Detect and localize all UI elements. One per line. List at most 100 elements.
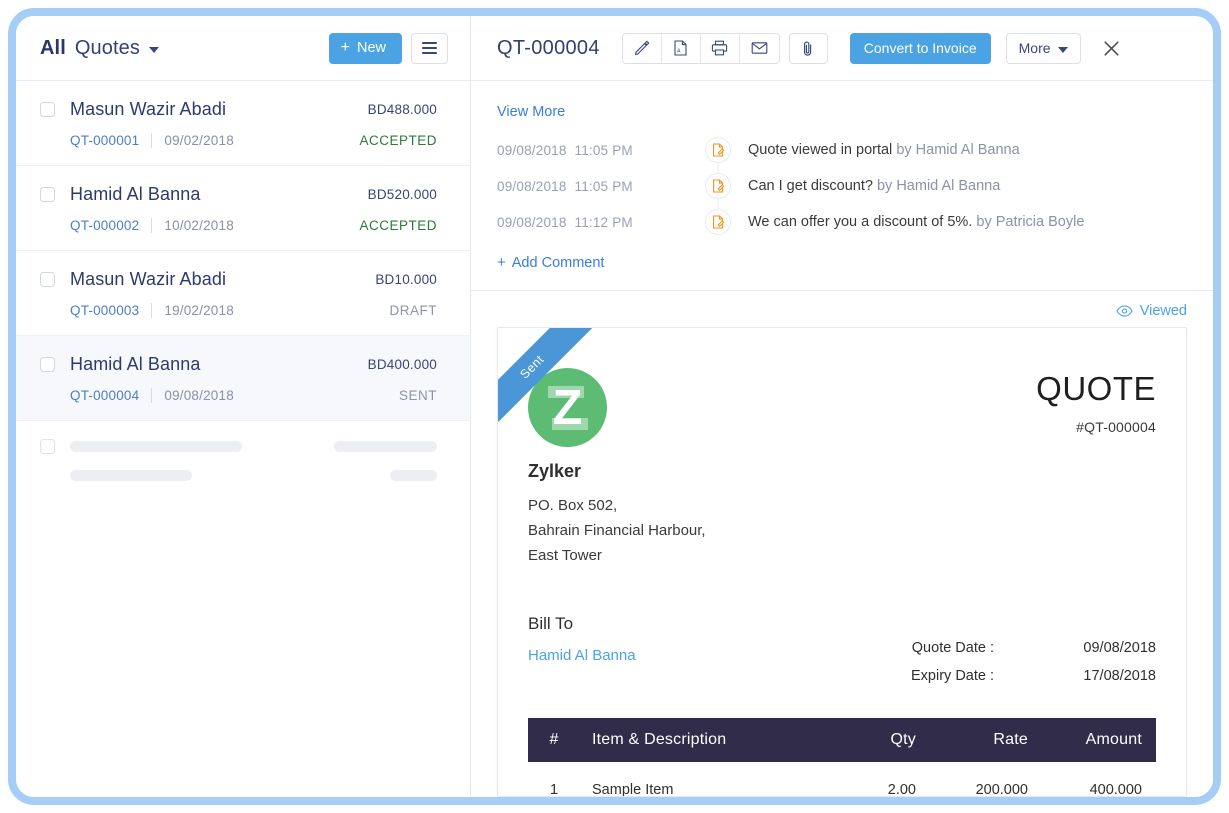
table-row-selected[interactable]: Hamid Al Banna BD400.000 QT-000004 09/08… [16, 336, 470, 421]
row-checkbox[interactable] [40, 102, 55, 117]
row-divider [151, 218, 153, 233]
document-reference-number: #QT-000004 [1076, 419, 1156, 435]
app-window-frame: All Quotes + New Masun Wazir Abadi BD488… [8, 8, 1221, 805]
quote-detail-body: View More 09/08/2018 11:05 PM Quote view… [471, 81, 1213, 797]
row-customer-name: Masun Wazir Abadi [70, 269, 227, 289]
document-edit-icon [705, 209, 731, 235]
placeholder-bar [390, 470, 437, 481]
table-row[interactable]: Masun Wazir Abadi BD10.000 QT-000003 19/… [16, 251, 470, 336]
row-checkbox[interactable] [40, 272, 55, 287]
table-row[interactable]: Hamid Al Banna BD520.000 QT-000002 10/02… [16, 166, 470, 251]
more-label: More [1018, 40, 1051, 56]
convert-to-invoice-button[interactable]: Convert to Invoice [849, 32, 991, 64]
timeline-time: 11:12 PM [574, 214, 633, 230]
chevron-down-icon [1057, 46, 1068, 53]
list-item: 09/08/2018 11:05 PM Can I get discount? … [497, 173, 1187, 222]
line-items-table: # Item & Description Qty Rate Amount 1 S… [528, 718, 1156, 797]
svg-text:A: A [677, 49, 681, 55]
timeline-author: by Hamid Al Banna [896, 142, 1020, 158]
view-more-link[interactable]: View More [497, 104, 565, 120]
col-header-amount: Amount [1028, 718, 1156, 762]
placeholder-bar [70, 470, 192, 481]
timeline-time: 11:05 PM [574, 178, 633, 194]
timeline-timestamp: 09/08/2018 11:12 PM [497, 215, 703, 230]
row-quote-number[interactable]: QT-000002 [70, 218, 139, 233]
quotes-list-header: All Quotes + New [16, 16, 470, 81]
timeline-date: 09/08/2018 [497, 142, 567, 158]
document-edit-icon [705, 137, 731, 163]
row-divider [151, 303, 153, 318]
row-divider [151, 388, 153, 403]
row-customer-name: Hamid Al Banna [70, 184, 201, 204]
add-comment-label: Add Comment [511, 254, 605, 271]
email-button[interactable] [739, 33, 779, 63]
more-actions-dropdown[interactable]: More [1005, 32, 1081, 64]
document-preview-scroll[interactable]: Sent Z Zylker PO. Box 502, Bahrain Finan… [471, 327, 1213, 797]
quotes-list-body[interactable]: Masun Wazir Abadi BD488.000 QT-000001 09… [16, 81, 470, 797]
table-row[interactable]: Masun Wazir Abadi BD488.000 QT-000001 09… [16, 81, 470, 166]
list-view-menu-button[interactable] [411, 32, 448, 64]
row-checkbox[interactable] [40, 357, 55, 372]
paperclip-icon [804, 41, 812, 56]
quotes-filter-label-quotes: Quotes [74, 36, 140, 59]
status-badge: SENT [398, 388, 437, 403]
close-button[interactable] [1099, 35, 1125, 61]
row-quote-number[interactable]: QT-000003 [70, 303, 139, 318]
add-comment-link[interactable]: + Add Comment [497, 254, 604, 271]
timeline-text: Quote viewed in portal by Hamid Al Banna [748, 142, 1020, 158]
timeline-timestamp: 09/08/2018 11:05 PM [497, 179, 703, 194]
print-button[interactable] [700, 33, 740, 63]
bill-to-customer-name[interactable]: Hamid Al Banna [528, 647, 911, 664]
status-badge: ACCEPTED [359, 133, 437, 148]
plus-icon: + [340, 39, 350, 56]
quote-action-icon-group: A [621, 32, 780, 64]
row-date: 10/02/2018 [164, 218, 234, 233]
row-amount: BD520.000 [367, 187, 437, 202]
cell-description: Sample Item [592, 782, 674, 797]
timeline-icon-wrap [703, 209, 733, 235]
placeholder-bar [70, 441, 242, 452]
row-amount: BD400.000 [367, 357, 437, 372]
envelope-icon [751, 42, 768, 54]
company-address-line: Bahrain Financial Harbour, [528, 522, 706, 539]
app-content: All Quotes + New Masun Wazir Abadi BD488… [16, 16, 1213, 797]
activity-timeline: View More 09/08/2018 11:05 PM Quote view… [471, 81, 1213, 291]
row-date: 19/02/2018 [164, 303, 234, 318]
page-title: QT-000004 [497, 36, 600, 59]
attachment-button[interactable] [788, 32, 828, 64]
row-date: 09/02/2018 [164, 133, 234, 148]
viewed-badge[interactable]: Viewed [1115, 303, 1187, 319]
document-type-title: QUOTE [1036, 370, 1156, 407]
row-customer-name: Hamid Al Banna [70, 354, 201, 374]
placeholder-checkbox [40, 439, 55, 454]
quotes-filter-dropdown[interactable]: All Quotes [40, 37, 329, 60]
timeline-text: Can I get discount? by Hamid Al Banna [748, 178, 1000, 194]
timeline-text: We can offer you a discount of 5%. by Pa… [748, 214, 1084, 230]
quote-date-value: 09/08/2018 [1083, 640, 1156, 656]
company-block: Z Zylker PO. Box 502, Bahrain Financial … [528, 368, 1036, 568]
edit-button[interactable] [622, 33, 662, 63]
document-title-block: QUOTE #QT-000004 [1036, 368, 1156, 568]
timeline-date: 09/08/2018 [497, 178, 567, 194]
table-row: 1 Sample Item 2.00 200.000 400.000 [528, 762, 1156, 797]
status-badge: DRAFT [389, 303, 437, 318]
col-header-rate: Rate [916, 718, 1028, 762]
viewed-label: Viewed [1139, 303, 1187, 319]
cell-amount: 400.000 [1089, 782, 1142, 797]
new-quote-label: New [356, 40, 386, 56]
timeline-message: Quote viewed in portal [748, 142, 893, 158]
timeline-message: We can offer you a discount of 5%. [748, 214, 973, 230]
new-quote-button[interactable]: + New [328, 32, 402, 64]
pdf-button[interactable]: A [661, 33, 701, 63]
row-quote-number[interactable]: QT-000001 [70, 133, 139, 148]
quote-detail-header: QT-000004 A Convert to Invoice More [471, 16, 1213, 81]
eye-icon [1115, 305, 1133, 317]
row-amount: BD488.000 [367, 102, 437, 117]
timeline-message: Can I get discount? [748, 178, 873, 194]
row-quote-number[interactable]: QT-000004 [70, 388, 139, 403]
pdf-file-icon: A [674, 40, 687, 56]
row-checkbox[interactable] [40, 187, 55, 202]
list-item: 09/08/2018 11:12 PM We can offer you a d… [497, 209, 1187, 235]
timeline-author: by Patricia Boyle [976, 214, 1085, 230]
table-row: Quote Date : 09/08/2018 [911, 640, 1156, 668]
